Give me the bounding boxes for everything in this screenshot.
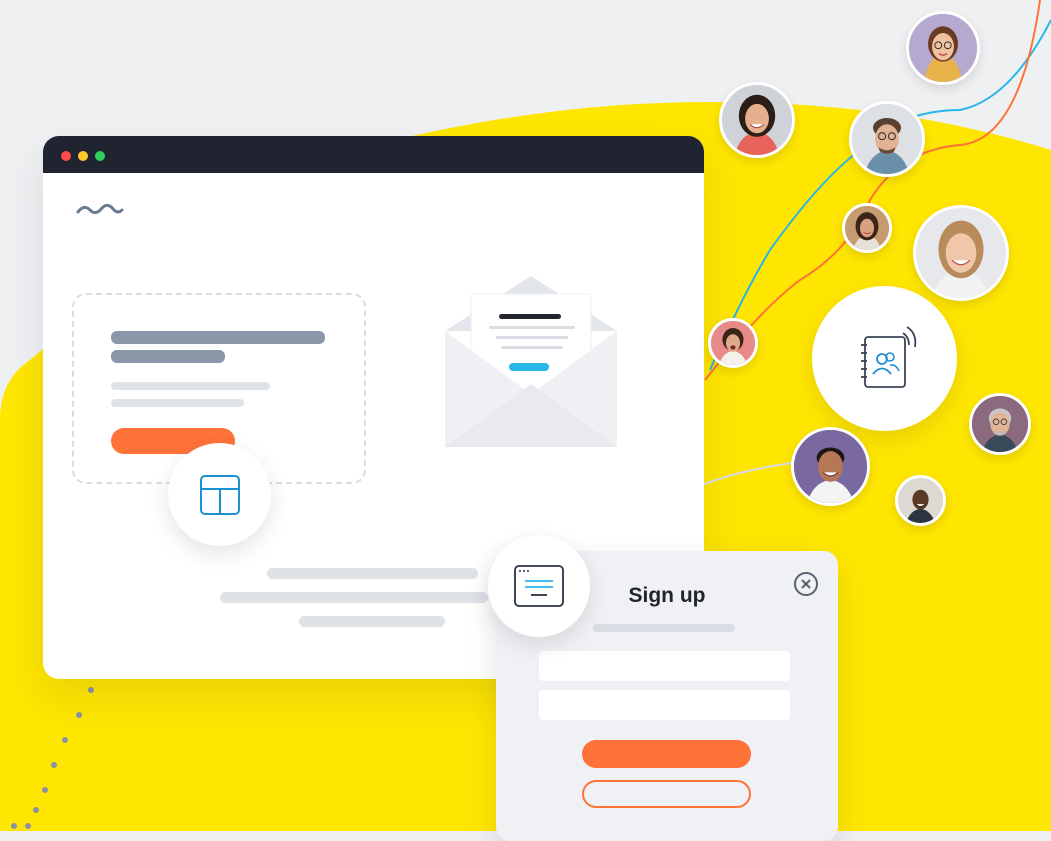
layout-tool-button[interactable] bbox=[168, 443, 271, 546]
placeholder-heading-line bbox=[111, 331, 325, 344]
placeholder-text-line bbox=[267, 568, 478, 579]
signup-subtitle-placeholder bbox=[593, 624, 735, 632]
form-tool-button[interactable] bbox=[488, 535, 590, 637]
signup-email-field[interactable] bbox=[539, 690, 790, 720]
placeholder-text-line bbox=[111, 399, 244, 407]
placeholder-heading-line bbox=[111, 350, 225, 363]
contacts-book-icon bbox=[860, 325, 916, 388]
form-window-icon bbox=[514, 565, 564, 607]
close-circle-icon[interactable] bbox=[793, 571, 819, 597]
avatar bbox=[895, 475, 946, 526]
placeholder-text-line bbox=[111, 382, 270, 390]
contacts-book-button[interactable] bbox=[812, 286, 957, 431]
window-close-dot[interactable] bbox=[61, 151, 71, 161]
window-maximize-dot[interactable] bbox=[95, 151, 105, 161]
avatar bbox=[708, 318, 758, 368]
avatar bbox=[849, 101, 925, 177]
avatar bbox=[906, 11, 980, 85]
window-minimize-dot[interactable] bbox=[78, 151, 88, 161]
signup-name-field[interactable] bbox=[539, 651, 790, 681]
avatar bbox=[791, 427, 870, 506]
signup-secondary-button[interactable] bbox=[582, 780, 751, 808]
layout-grid-icon bbox=[199, 474, 240, 515]
browser-titlebar bbox=[43, 136, 704, 173]
signup-submit-button[interactable] bbox=[582, 740, 751, 768]
envelope-letter-icon bbox=[445, 276, 617, 447]
avatar bbox=[913, 205, 1009, 301]
placeholder-text-line bbox=[299, 616, 445, 627]
placeholder-text-line bbox=[220, 592, 488, 603]
avatar bbox=[719, 82, 795, 158]
avatar bbox=[842, 203, 892, 253]
wave-logo-icon bbox=[76, 203, 124, 215]
avatar bbox=[969, 393, 1031, 455]
